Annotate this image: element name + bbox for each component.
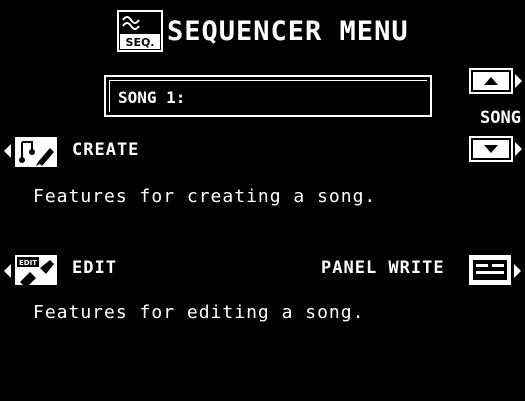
song-up-button[interactable] — [469, 68, 513, 94]
arrow-up-icon — [484, 77, 498, 85]
song-down-side-arrow-icon — [515, 142, 522, 156]
seq-icon-badge: SEQ. — [126, 36, 155, 49]
create-side-arrow-icon — [4, 144, 11, 158]
panel-write-icon — [469, 255, 511, 285]
song-label: SONG — [480, 108, 521, 128]
panel-write-side-arrow-icon — [514, 264, 521, 278]
create-label: CREATE — [72, 140, 140, 160]
song-up-side-arrow-icon — [515, 74, 522, 88]
create-icon — [15, 137, 57, 167]
arrow-down-icon — [484, 145, 498, 153]
song-name-value: SONG 1: — [118, 88, 186, 107]
edit-side-arrow-icon — [4, 264, 11, 278]
page-title: SEQUENCER MENU — [167, 15, 409, 47]
edit-label: EDIT — [72, 258, 117, 278]
edit-description: Features for editing a song. — [33, 302, 365, 323]
panel-write-label: PANEL WRITE — [321, 258, 445, 278]
create-description: Features for creating a song. — [33, 186, 377, 207]
page-header: SEQ. SEQUENCER MENU — [117, 10, 409, 52]
seq-icon: SEQ. — [117, 10, 163, 52]
edit-icon-badge: EDIT — [19, 259, 37, 267]
song-name-field[interactable]: SONG 1: — [104, 75, 432, 117]
sequencer-menu-screen: SEQ. SEQUENCER MENU SONG 1: SONG CREATE … — [0, 0, 525, 401]
song-down-button[interactable] — [469, 136, 513, 162]
edit-icon: EDIT — [15, 255, 57, 286]
